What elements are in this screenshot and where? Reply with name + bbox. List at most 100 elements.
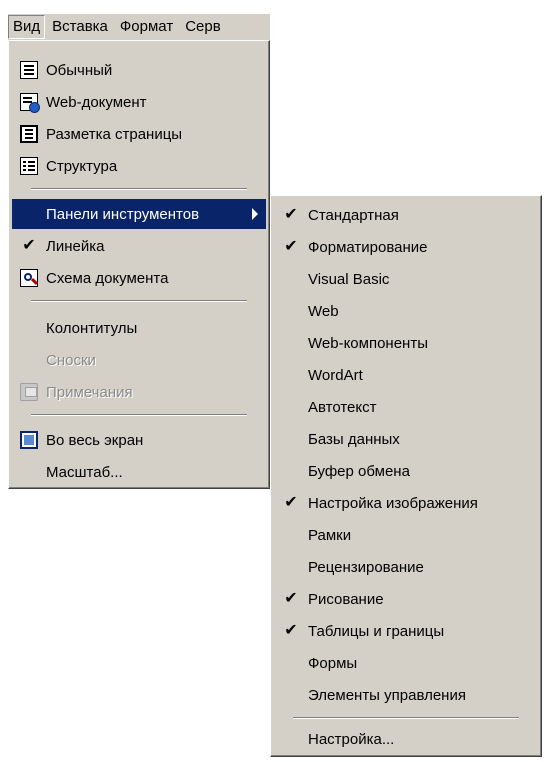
gutter: [12, 55, 46, 85]
menu-view[interactable]: Вид: [8, 15, 46, 39]
toolbars-submenu: ✔ Стандартная ✔ Форматирование Visual Ba…: [270, 195, 542, 757]
gutter: [274, 648, 308, 678]
menu-item-label: Рецензирование: [308, 558, 424, 576]
gutter: ✔: [274, 488, 308, 518]
submenu-arrow-icon: [252, 208, 258, 220]
gutter: [12, 87, 46, 117]
menu-item-label: Web: [308, 302, 339, 320]
menu-format[interactable]: Формат: [115, 15, 178, 39]
gutter: ✔: [274, 616, 308, 646]
menu-item-label: Таблицы и границы: [308, 622, 445, 640]
menu-item-label: Visual Basic: [308, 270, 390, 288]
gutter: ✔: [12, 231, 46, 261]
menu-item-header-footer[interactable]: Колонтитулы: [12, 313, 266, 343]
full-screen-icon: [20, 431, 38, 449]
gutter: [274, 680, 308, 710]
gutter: [274, 264, 308, 294]
menu-item-normal[interactable]: Обычный: [12, 55, 266, 85]
menu-item-label: Рамки: [308, 526, 352, 544]
menu-format-label: Формат: [119, 18, 174, 35]
menu-item-label: Во весь экран: [46, 431, 144, 449]
menu-item-zoom[interactable]: Масштаб...: [12, 457, 266, 487]
toolbar-item-web-components[interactable]: Web-компоненты: [274, 328, 538, 358]
gutter: [274, 296, 308, 326]
check-icon: ✔: [284, 590, 298, 607]
menu-item-ruler[interactable]: ✔ Линейка: [12, 231, 266, 261]
check-icon: ✔: [284, 238, 298, 255]
menu-separator: [31, 188, 247, 190]
menu-item-label: Масштаб...: [46, 463, 123, 481]
toolbar-item-web[interactable]: Web: [274, 296, 538, 326]
menu-insert-label: Вставка: [52, 18, 108, 35]
toolbar-item-frames[interactable]: Рамки: [274, 520, 538, 550]
toolbar-item-reviewing[interactable]: Рецензирование: [274, 552, 538, 582]
menu-item-label: Линейка: [46, 237, 105, 255]
gutter: ✔: [274, 200, 308, 230]
outline-icon: [20, 157, 38, 175]
check-icon: ✔: [22, 237, 36, 254]
toolbar-item-customize[interactable]: Настройка...: [274, 724, 538, 754]
toolbar-item-databases[interactable]: Базы данных: [274, 424, 538, 454]
gutter: [274, 392, 308, 422]
web-document-icon: [20, 93, 40, 113]
menu-item-web-document[interactable]: Web-документ: [12, 87, 266, 117]
menu-item-page-layout[interactable]: Разметка страницы: [12, 119, 266, 149]
toolbar-item-wordart[interactable]: WordArt: [274, 360, 538, 390]
menu-item-label: Web-документ: [46, 93, 147, 111]
menu-item-label: Базы данных: [308, 430, 400, 448]
menu-item-label: Элементы управления: [308, 686, 466, 704]
gutter: [12, 199, 46, 229]
toolbar-item-standard[interactable]: ✔ Стандартная: [274, 200, 538, 230]
gutter: [12, 119, 46, 149]
menu-item-label: Схема документа: [46, 269, 169, 287]
menu-view-label: Вид: [13, 18, 41, 35]
menu-item-outline[interactable]: Структура: [12, 151, 266, 181]
check-icon: ✔: [284, 622, 298, 639]
view-menu-dropdown: Обычный Web-документ Разметка страницы С…: [8, 40, 270, 489]
menu-insert[interactable]: Вставка: [47, 15, 113, 39]
menu-item-label: Примечания: [46, 383, 133, 401]
menu-item-toolbars[interactable]: Панели инструментов: [12, 199, 266, 229]
gutter: [12, 263, 46, 293]
toolbar-item-controls[interactable]: Элементы управления: [274, 680, 538, 710]
menu-item-document-map[interactable]: Схема документа: [12, 263, 266, 293]
menu-item-footnotes: Сноски: [12, 345, 266, 375]
menu-item-label: Разметка страницы: [46, 125, 183, 143]
page-layout-icon: [20, 125, 38, 143]
toolbar-item-tables-borders[interactable]: ✔ Таблицы и границы: [274, 616, 538, 646]
menu-service-label: Серв: [185, 18, 221, 35]
gutter: [274, 520, 308, 550]
menu-item-label: Рисование: [308, 590, 384, 608]
menu-item-label: Стандартная: [308, 206, 399, 224]
menu-item-label: Панели инструментов: [46, 205, 200, 223]
toolbar-item-formatting[interactable]: ✔ Форматирование: [274, 232, 538, 262]
toolbar-item-clipboard[interactable]: Буфер обмена: [274, 456, 538, 486]
gutter: [274, 552, 308, 582]
gutter: [12, 457, 46, 487]
menu-bar: Вид Вставка Формат Серв: [8, 14, 270, 40]
menu-separator: [293, 717, 519, 719]
menu-service[interactable]: Серв: [180, 15, 226, 39]
toolbar-item-visual-basic[interactable]: Visual Basic: [274, 264, 538, 294]
toolbar-item-drawing[interactable]: ✔ Рисование: [274, 584, 538, 614]
comments-icon: [20, 383, 38, 401]
menu-item-label: Сноски: [46, 351, 96, 369]
menu-item-label: Структура: [46, 157, 118, 175]
menu-item-label: Буфер обмена: [308, 462, 410, 480]
toolbar-item-picture[interactable]: ✔ Настройка изображения: [274, 488, 538, 518]
menu-item-label: Формы: [308, 654, 358, 672]
menu-item-label: Автотекст: [308, 398, 377, 416]
gutter: [12, 345, 46, 375]
check-icon: ✔: [284, 494, 298, 511]
menu-separator: [31, 414, 247, 416]
gutter: [12, 377, 46, 407]
toolbar-item-autotext[interactable]: Автотекст: [274, 392, 538, 422]
document-map-icon: [20, 269, 38, 287]
gutter: [274, 724, 308, 754]
toolbar-item-forms[interactable]: Формы: [274, 648, 538, 678]
menu-item-label: Колонтитулы: [46, 319, 138, 337]
menu-separator: [31, 300, 247, 302]
gutter: ✔: [274, 232, 308, 262]
menu-item-full-screen[interactable]: Во весь экран: [12, 425, 266, 455]
menu-item-label: Настройка...: [308, 730, 395, 748]
